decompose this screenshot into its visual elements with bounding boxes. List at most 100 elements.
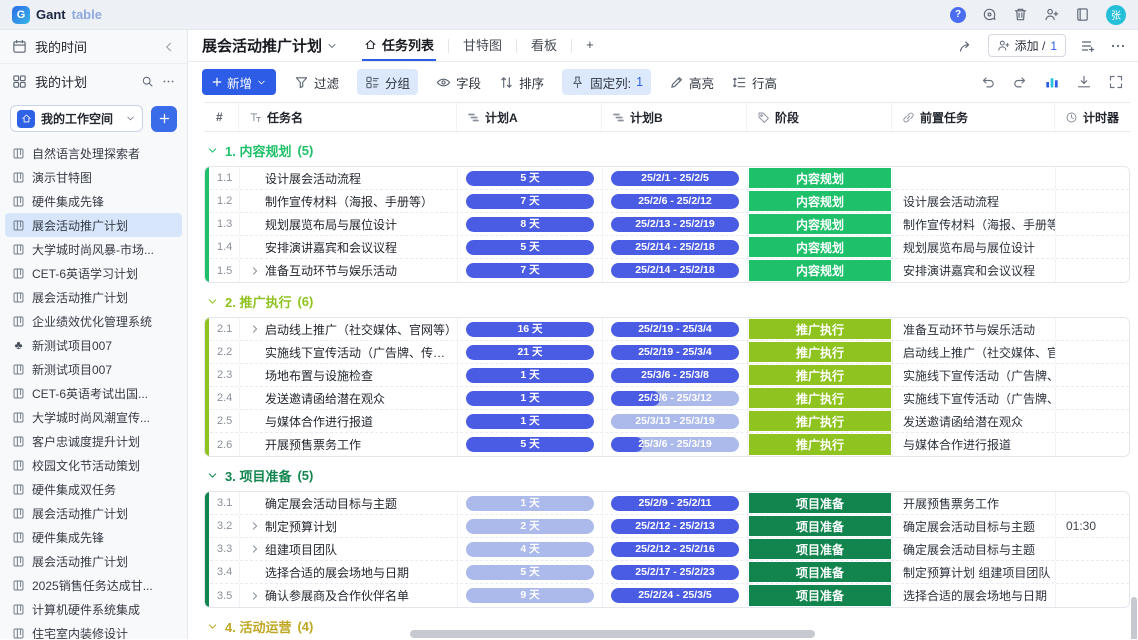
predecessor-cell[interactable]: 制作宣传材料（海报、手册等） [892,213,1055,235]
stage-badge[interactable]: 内容规划 [749,191,891,211]
timer-cell[interactable] [1055,492,1129,514]
sidebar-project-item[interactable]: 硬件集成双任务 [5,477,182,501]
plan-a-cell[interactable]: 5 天 [457,167,602,189]
sidebar-project-item[interactable]: 展会活动推广计划 [5,213,182,237]
task-name-cell[interactable]: 选择合适的展会场地与日期 [239,561,457,583]
docs-icon[interactable] [1075,7,1090,22]
plan-a-bar[interactable]: 16 天 [466,322,594,337]
task-name-cell[interactable]: 开展预售票务工作 [239,433,457,456]
task-name-cell[interactable]: 制作宣传材料（海报、手册等） [239,190,457,212]
stage-badge[interactable]: 项目准备 [749,585,891,606]
share-icon[interactable] [958,38,974,54]
timer-cell[interactable] [1055,236,1129,258]
group-header[interactable]: 1. 内容规划 (5) [206,141,1130,160]
table-row[interactable]: 3.3 组建项目团队 4 天 25/2/12 - 25/2/16 项目准备 确定… [205,538,1129,561]
stage-cell[interactable]: 内容规划 [747,167,892,189]
group-button[interactable]: 分组 [357,69,418,95]
stage-badge[interactable]: 项目准备 [749,539,891,559]
expand-icon[interactable] [250,266,260,276]
task-name-cell[interactable]: 确定展会活动目标与主题 [239,492,457,514]
plan-a-bar[interactable]: 21 天 [466,345,594,360]
plan-a-bar[interactable]: 5 天 [466,565,594,580]
highlight-button[interactable]: 高亮 [669,73,714,92]
stage-cell[interactable]: 推广执行 [747,341,892,363]
stage-badge[interactable]: 推广执行 [749,342,891,362]
plan-a-cell[interactable]: 5 天 [457,433,602,456]
pin-columns-button[interactable]: 固定列:1 [562,69,651,95]
tab-task-list[interactable]: 任务列表 [362,30,436,61]
sidebar-project-item[interactable]: 2025销售任务达成甘... [5,573,182,597]
table-row[interactable]: 1.3 规划展览布局与展位设计 8 天 25/2/13 - 25/2/19 内容… [205,213,1129,236]
new-task-button[interactable]: 新增 [202,69,276,95]
column-header[interactable]: 计划A [456,103,601,131]
sidebar-my-time[interactable]: 我的时间 [0,30,187,64]
stage-cell[interactable]: 推广执行 [747,318,892,340]
plan-a-cell[interactable]: 7 天 [457,190,602,212]
task-name-cell[interactable]: 实施线下宣传活动（广告牌、传单等） [239,341,457,363]
plan-a-bar[interactable]: 5 天 [466,437,594,452]
timer-cell[interactable] [1055,364,1129,386]
table-row[interactable]: 1.4 安排演讲嘉宾和会议议程 5 天 25/2/14 - 25/2/18 内容… [205,236,1129,259]
stage-cell[interactable]: 内容规划 [747,259,892,282]
task-name-cell[interactable]: 启动线上推广（社交媒体、官网等） [239,318,457,340]
stage-badge[interactable]: 项目准备 [749,562,891,582]
sidebar-project-item[interactable]: 企业绩效优化管理系统 [5,309,182,333]
more-icon[interactable] [162,75,175,88]
stage-cell[interactable]: 推广执行 [747,387,892,409]
stage-cell[interactable]: 推广执行 [747,364,892,386]
plan-b-bar[interactable]: 25/2/12 - 25/2/13 [611,519,739,534]
timer-cell[interactable] [1055,318,1129,340]
plan-a-bar[interactable]: 9 天 [466,588,594,603]
plan-b-cell[interactable]: 25/2/19 - 25/3/4 [602,318,747,340]
predecessor-cell[interactable]: 制定预算计划 组建项目团队 [892,561,1055,583]
column-header[interactable]: 前置任务 [891,103,1054,131]
table-row[interactable]: 3.5 确认参展商及合作伙伴名单 9 天 25/2/24 - 25/3/5 项目… [205,584,1129,607]
plan-a-bar[interactable]: 8 天 [466,217,594,232]
row-height-button[interactable]: 行高 [732,73,777,92]
table-row[interactable]: 2.5 与媒体合作进行报道 1 天 25/3/13 - 25/3/19 推广执行… [205,410,1129,433]
search-icon[interactable] [141,75,154,88]
plan-a-bar[interactable]: 5 天 [466,240,594,255]
add-view-button[interactable]: + [584,30,596,61]
plan-b-bar[interactable]: 25/3/13 - 25/3/19 [611,414,739,429]
undo-icon[interactable] [980,74,996,90]
plan-b-bar[interactable]: 25/2/19 - 25/3/4 [611,345,739,360]
predecessor-cell[interactable]: 准备互动环节与娱乐活动 [892,318,1055,340]
plan-b-bar[interactable]: 25/2/12 - 25/2/16 [611,542,739,557]
stage-cell[interactable]: 推广执行 [747,410,892,432]
redo-icon[interactable] [1012,74,1028,90]
task-name-cell[interactable]: 与媒体合作进行报道 [239,410,457,432]
plan-b-cell[interactable]: 25/2/12 - 25/2/13 [602,515,747,537]
add-workspace-button[interactable] [151,106,177,132]
stage-cell[interactable]: 项目准备 [747,538,892,560]
plan-a-bar[interactable]: 7 天 [466,194,594,209]
timer-cell[interactable] [1055,433,1129,456]
table-row[interactable]: 3.4 选择合适的展会场地与日期 5 天 25/2/17 - 25/2/23 项… [205,561,1129,584]
plan-a-cell[interactable]: 5 天 [457,561,602,583]
table-row[interactable]: 3.1 确定展会活动目标与主题 1 天 25/2/9 - 25/2/11 项目准… [205,492,1129,515]
column-header[interactable]: 计划B [601,103,746,131]
plan-a-bar[interactable]: 1 天 [466,496,594,511]
table-row[interactable]: 2.6 开展预售票务工作 5 天 25/3/6 - 25/3/19 推广执行 与… [205,433,1129,456]
plan-a-cell[interactable]: 2 天 [457,515,602,537]
predecessor-cell[interactable] [892,167,1055,189]
sidebar-project-item[interactable]: 展会活动推广计划 [5,285,182,309]
predecessor-cell[interactable]: 设计展会活动流程 [892,190,1055,212]
timer-cell[interactable]: 01:30 [1055,515,1129,537]
plan-b-cell[interactable]: 25/3/13 - 25/3/19 [602,410,747,432]
sidebar-project-item[interactable]: 演示甘特图 [5,165,182,189]
sidebar-project-item[interactable]: 自然语言处理探索者 [5,141,182,165]
predecessor-cell[interactable]: 确定展会活动目标与主题 [892,538,1055,560]
plan-a-bar[interactable]: 1 天 [466,391,594,406]
plan-b-cell[interactable]: 25/3/6 - 25/3/8 [602,364,747,386]
column-header[interactable]: # [204,103,238,131]
plan-b-bar[interactable]: 25/2/24 - 25/3/5 [611,588,739,603]
task-name-cell[interactable]: 制定预算计划 [239,515,457,537]
predecessor-cell[interactable]: 开展预售票务工作 [892,492,1055,514]
plan-a-cell[interactable]: 8 天 [457,213,602,235]
sidebar-project-item[interactable]: CET-6英语考试出国... [5,381,182,405]
predecessor-cell[interactable]: 启动线上推广（社交媒体、官网等） [892,341,1055,363]
stage-badge[interactable]: 推广执行 [749,388,891,408]
table-row[interactable]: 2.3 场地布置与设施检查 1 天 25/3/6 - 25/3/8 推广执行 实… [205,364,1129,387]
plan-b-bar[interactable]: 25/3/6 - 25/3/19 [611,437,739,452]
